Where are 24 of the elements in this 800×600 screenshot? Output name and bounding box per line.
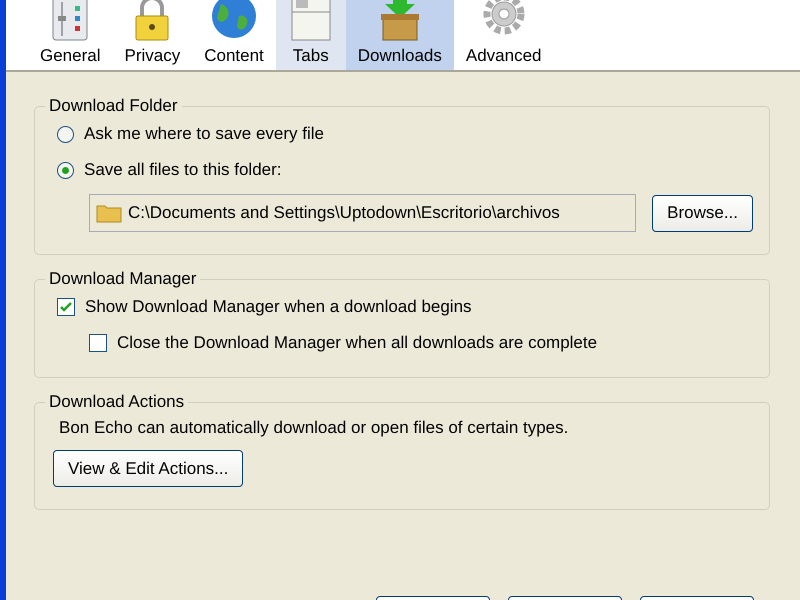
- toolbar-tab[interactable]: Downloads: [346, 0, 454, 70]
- group-title: Download Manager: [48, 269, 198, 289]
- folder-path-field[interactable]: C:\Documents and Settings\Uptodown\Escritorio\archivos: [89, 194, 636, 232]
- checkbox-label: Show Download Manager when a download begins: [85, 297, 472, 317]
- browse-button[interactable]: Browse...: [652, 194, 753, 232]
- toolbar-tab[interactable]: Advanced: [454, 0, 554, 70]
- edit-actions-button[interactable]: View & Edit Actions...: [53, 450, 244, 487]
- description-text: Bon Echo can automatically download or open files of certain types.: [58, 418, 570, 438]
- toolbar-tab[interactable]: Tabs: [276, 0, 346, 70]
- group-title: Download Actions: [48, 392, 186, 412]
- radio-button[interactable]: [57, 162, 74, 178]
- toolbar-tab[interactable]: General: [28, 0, 112, 70]
- radio-button[interactable]: [57, 126, 74, 142]
- group-title: Download Folder: [48, 96, 179, 116]
- toolbar-tab[interactable]: Content: [192, 0, 276, 70]
- folder-path: C:\Documents and Settings\Uptodown\Escritorio\archivos: [128, 203, 560, 223]
- checkbox-label: Close the Download Manager when all downloads are complete: [117, 333, 598, 353]
- checkbox[interactable]: [57, 298, 75, 316]
- check-icon: [60, 301, 72, 313]
- folder-icon: [96, 203, 122, 223]
- checkbox[interactable]: [89, 334, 107, 352]
- toolbar-tab[interactable]: Privacy: [112, 0, 192, 70]
- radio-label: Save all files to this folder:: [84, 160, 282, 180]
- radio-label: Ask me where to save every file: [84, 124, 324, 144]
